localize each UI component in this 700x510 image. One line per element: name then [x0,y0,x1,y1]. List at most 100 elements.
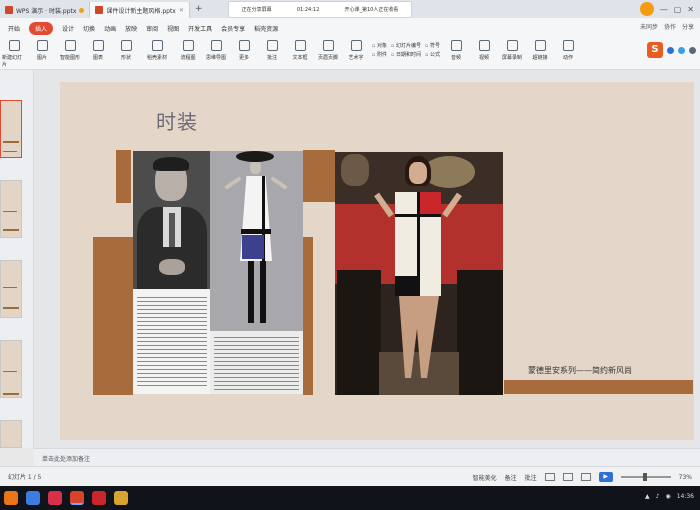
normal-view-icon[interactable] [544,473,555,481]
object-button[interactable]: 对象 [372,42,387,49]
article-text-lines [137,297,207,389]
wps-logo-icon[interactable]: S [647,42,663,58]
wps-presentation-window: WPS 演示 · 时装.pptx 课件设计新主题风格.pptx ✕ + 正在分享… [0,0,700,510]
article-text-block [210,331,303,394]
os-taskbar: ▲ ♪ ◉ 14:36 [0,486,700,510]
opera-icon[interactable] [48,491,62,505]
chart-button[interactable]: 图表 [86,38,110,68]
reading-view-icon[interactable] [580,473,591,481]
sim-icon[interactable] [92,491,106,505]
arm-shape [270,176,288,190]
play-slideshow-button[interactable]: ▶ [598,472,613,482]
zoom-slider[interactable] [620,473,671,481]
beautify-button[interactable]: 智能美化 [473,473,497,482]
equation-button[interactable]: 公式 [425,51,440,58]
doc-tab-1[interactable]: WPS 演示 · 时装.pptx [0,2,91,18]
audio-button[interactable]: 音频 [444,38,468,68]
add-tab-button[interactable]: + [190,4,208,14]
slide-thumbnail-4[interactable] [0,340,22,398]
maximize-button[interactable]: ▢ [674,5,682,14]
attachment-button[interactable]: 附件 [372,51,387,58]
notes-placeholder: 单击此处添加备注 [42,456,91,463]
fill-icon[interactable] [678,46,685,54]
mondrian-dress-image[interactable] [335,152,503,395]
slide-thumbnail-5[interactable] [0,420,22,448]
pptx-file-icon [5,6,13,14]
comments-toggle-button[interactable]: 批注 [525,473,537,482]
tab-animation[interactable]: 动画 [104,24,116,33]
notes-pane[interactable]: 单击此处添加备注 [34,448,700,466]
slide-thumbnail-1[interactable] [0,100,22,158]
image-viewer-icon[interactable] [114,491,128,505]
face-shape [250,160,261,174]
slide-number-button[interactable]: 幻灯片编号 [391,42,421,49]
picture-button[interactable]: 图片 [30,38,54,68]
wordart-button[interactable]: 艺术字 [344,38,368,68]
clock[interactable]: 14:36 [677,493,694,500]
header-footer-button[interactable]: 页眉页脚 [316,38,340,68]
user-avatar[interactable] [639,2,654,16]
collab-button[interactable]: 协作 [664,22,676,31]
volume-icon[interactable]: ♪ [656,493,660,500]
network-icon[interactable]: ◉ [665,493,670,500]
notes-toggle-button[interactable]: 备注 [505,473,517,482]
tray-arrow-icon[interactable]: ▲ [645,493,650,500]
designer-portrait-image[interactable] [133,151,211,394]
flowchart-button[interactable]: 流程图 [176,38,200,68]
date-time-button[interactable]: 日期和时间 [391,51,421,58]
settings-icon[interactable] [689,46,696,54]
symbol-button[interactable]: 符号 [425,42,440,49]
slide-title[interactable]: 时装 [156,106,198,135]
arm-shape [224,176,242,190]
slide-thumbnail-2[interactable] [0,180,22,238]
share-viewer-info: 开心课_第10人正在收看 [344,7,399,13]
textbox-button[interactable]: 文本框 [288,38,312,68]
mod-dress-image[interactable] [210,151,303,394]
slide-thumbnail-3[interactable] [0,260,22,318]
hyperlink-button[interactable]: 超链接 [528,38,552,68]
doc-tab-2[interactable]: 课件设计新主题风格.pptx ✕ [90,2,190,18]
tab-transitions[interactable]: 切换 [83,24,95,33]
font-color-icon[interactable] [667,46,674,54]
tab-slideshow[interactable]: 放映 [125,24,137,33]
new-slide-button[interactable]: 新建幻灯片 [2,38,26,68]
slide-caption[interactable]: 蒙德里安系列——简约新风尚 [528,365,632,376]
smartart-button[interactable]: 智能图形 [58,38,82,68]
wordart-icon [350,40,362,51]
tab-design[interactable]: 设计 [62,24,74,33]
button-label: 页眉页脚 [317,55,338,61]
tab-member[interactable]: 会员专享 [221,24,245,33]
tab-home[interactable]: 开始 [8,24,20,33]
tab-docer[interactable]: 稻壳资源 [254,24,278,33]
button-label: 思维导图 [205,55,226,61]
action-button[interactable]: 动作 [556,38,580,68]
share-button[interactable]: 分享 [682,22,694,31]
tab-developer[interactable]: 开发工具 [188,24,212,33]
tab-view[interactable]: 视图 [167,24,179,33]
sorter-view-icon[interactable] [562,473,573,481]
wps-icon[interactable] [70,491,84,505]
tab-insert[interactable]: 插入 [29,21,54,35]
screen-record-button[interactable]: 屏幕录制 [500,38,524,68]
title-bar: WPS 演示 · 时装.pptx 课件设计新主题风格.pptx ✕ + 正在分享… [0,0,700,18]
docer-material-button[interactable]: 稻壳素材 [142,38,172,68]
brown-block-mid [303,237,313,395]
firefox-icon[interactable] [4,491,18,505]
more-button[interactable]: 更多 [232,38,256,68]
sync-status[interactable]: 未同步 [640,22,658,31]
shape-button[interactable]: 形状 [114,38,138,68]
button-label: 流程图 [180,55,196,61]
editor-icon[interactable] [26,491,40,505]
close-button[interactable]: ✕ [687,5,694,14]
video-button[interactable]: 视频 [472,38,496,68]
zoom-level[interactable]: 73% [679,474,692,481]
zoom-slider-thumb[interactable] [642,473,647,481]
minimize-button[interactable]: — [660,5,668,14]
screen-share-notification[interactable]: 正在分享屏幕 01:24:12 开心课_第10人正在收看 [228,1,412,18]
comment-button[interactable]: 批注 [260,38,284,68]
header-footer-icon [322,40,334,51]
tab-review[interactable]: 审阅 [146,24,158,33]
close-tab-icon[interactable]: ✕ [179,7,184,14]
current-slide[interactable]: 时装 蒙德里安系列——简约新风尚 [60,82,694,440]
mindmap-button[interactable]: 思维导图 [204,38,228,68]
